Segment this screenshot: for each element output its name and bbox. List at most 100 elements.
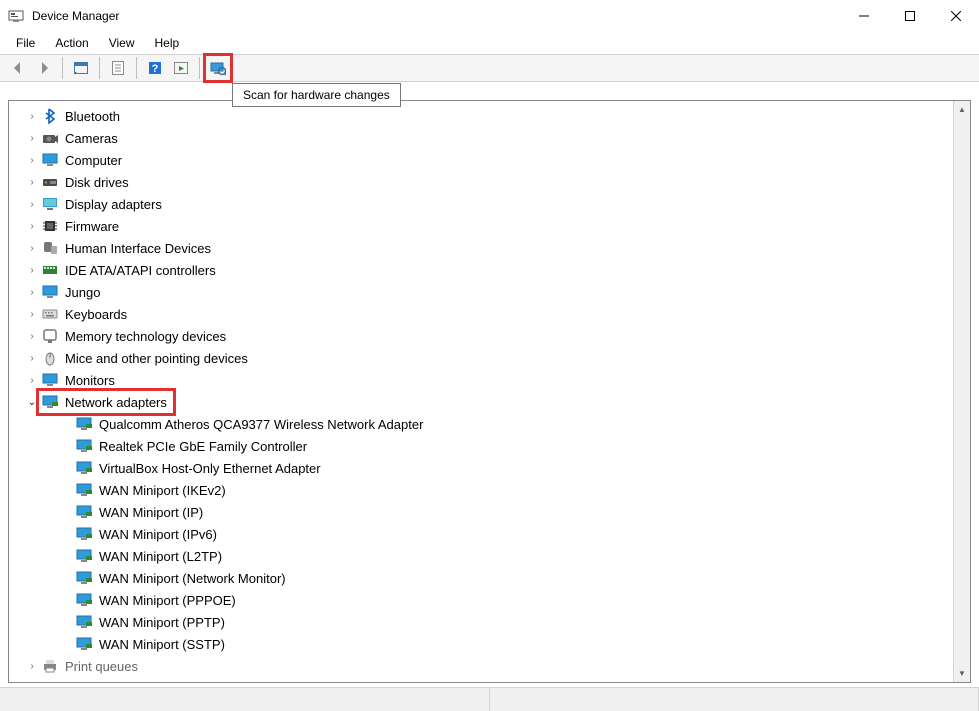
tree-scroll[interactable]: ›Bluetooth›Cameras›Computer›Disk drives›… <box>9 101 970 682</box>
menu-help[interactable]: Help <box>147 34 188 52</box>
expand-icon[interactable]: › <box>25 353 39 364</box>
tree-device[interactable]: Realtek PCIe GbE Family Controller <box>9 435 970 457</box>
keyboard-icon <box>41 306 59 322</box>
network-icon <box>75 504 93 520</box>
scroll-down-button[interactable]: ▼ <box>954 665 970 682</box>
tree-category-label[interactable]: Human Interface Devices <box>63 241 213 256</box>
tree-category[interactable]: › Display adapters <box>9 193 970 215</box>
toolbar: ? Scan for hardware changes <box>0 54 979 82</box>
tree-category-label[interactable]: Cameras <box>63 131 120 146</box>
minimize-button[interactable] <box>841 0 887 32</box>
tree-category-label[interactable]: Computer <box>63 153 124 168</box>
tree-device[interactable]: WAN Miniport (L2TP) <box>9 545 970 567</box>
tree-device-label[interactable]: WAN Miniport (IP) <box>97 505 205 520</box>
tree-device[interactable]: WAN Miniport (SSTP) <box>9 633 970 655</box>
expand-icon[interactable]: › <box>25 661 39 672</box>
menu-action[interactable]: Action <box>47 34 96 52</box>
tree-category-label[interactable]: Display adapters <box>63 197 164 212</box>
tree-category-label[interactable]: Print queues <box>63 659 140 674</box>
expand-icon[interactable]: › <box>25 199 39 210</box>
tree-device-label[interactable]: WAN Miniport (SSTP) <box>97 637 227 652</box>
expand-icon[interactable]: › <box>25 375 39 386</box>
expand-icon[interactable]: › <box>25 177 39 188</box>
tree-category[interactable]: › Keyboards <box>9 303 970 325</box>
network-icon <box>75 614 93 630</box>
tree-category[interactable]: › IDE ATA/ATAPI controllers <box>9 259 970 281</box>
tree-device[interactable]: WAN Miniport (IPv6) <box>9 523 970 545</box>
scan-hardware-button[interactable] <box>206 56 230 80</box>
tree-device-label[interactable]: WAN Miniport (IKEv2) <box>97 483 228 498</box>
network-icon <box>75 482 93 498</box>
tree-device-label[interactable]: WAN Miniport (IPv6) <box>97 527 219 542</box>
tree-device-label[interactable]: VirtualBox Host-Only Ethernet Adapter <box>97 461 323 476</box>
tree-category[interactable]: › Disk drives <box>9 171 970 193</box>
tree-category-label[interactable]: Network adapters <box>63 395 169 410</box>
monitor-icon <box>41 152 59 168</box>
tree-device[interactable]: VirtualBox Host-Only Ethernet Adapter <box>9 457 970 479</box>
tree-device-label[interactable]: WAN Miniport (L2TP) <box>97 549 224 564</box>
tree-category-label[interactable]: Mice and other pointing devices <box>63 351 250 366</box>
tree-category-label[interactable]: Keyboards <box>63 307 129 322</box>
tree-category-label[interactable]: Disk drives <box>63 175 131 190</box>
tree-device-label[interactable]: WAN Miniport (Network Monitor) <box>97 571 288 586</box>
svg-text:?: ? <box>152 63 159 75</box>
tree-category[interactable]: › Memory technology devices <box>9 325 970 347</box>
tree-category-label[interactable]: Firmware <box>63 219 121 234</box>
tree-category[interactable]: › Print queues <box>9 655 970 677</box>
tree-category[interactable]: › Cameras <box>9 127 970 149</box>
tree-category-label[interactable]: IDE ATA/ATAPI controllers <box>63 263 218 278</box>
expand-icon[interactable]: › <box>25 287 39 298</box>
tree-device-label[interactable]: WAN Miniport (PPTP) <box>97 615 227 630</box>
app-icon <box>8 8 24 24</box>
close-button[interactable] <box>933 0 979 32</box>
tree-category-label[interactable]: Bluetooth <box>63 109 122 124</box>
expand-icon[interactable]: › <box>25 265 39 276</box>
network-icon <box>75 526 93 542</box>
expand-icon[interactable]: › <box>25 221 39 232</box>
network-icon <box>75 548 93 564</box>
tree-device[interactable]: WAN Miniport (IP) <box>9 501 970 523</box>
tree-category[interactable]: › Human Interface Devices <box>9 237 970 259</box>
tree-category[interactable]: › Mice and other pointing devices <box>9 347 970 369</box>
expand-icon[interactable]: › <box>25 243 39 254</box>
tree-category[interactable]: › Firmware <box>9 215 970 237</box>
vertical-scrollbar[interactable]: ▲ ▼ <box>953 101 970 682</box>
tree-category[interactable]: › Monitors <box>9 369 970 391</box>
help-button[interactable]: ? <box>143 56 167 80</box>
tooltip: Scan for hardware changes <box>232 83 401 107</box>
tree-device[interactable]: Qualcomm Atheros QCA9377 Wireless Networ… <box>9 413 970 435</box>
expand-icon[interactable]: › <box>25 309 39 320</box>
tree-category[interactable]: › Jungo <box>9 281 970 303</box>
network-icon <box>75 636 93 652</box>
tree-device-label[interactable]: Realtek PCIe GbE Family Controller <box>97 439 309 454</box>
collapse-icon[interactable]: ⌄ <box>25 397 39 408</box>
scroll-up-button[interactable]: ▲ <box>954 101 970 118</box>
show-hide-console-button[interactable] <box>69 56 93 80</box>
tree-category[interactable]: › Bluetooth <box>9 105 970 127</box>
network-icon <box>75 416 93 432</box>
expand-icon[interactable]: › <box>25 133 39 144</box>
tree-device[interactable]: WAN Miniport (IKEv2) <box>9 479 970 501</box>
tree-category[interactable]: ⌄ Network adapters <box>9 391 970 413</box>
tree-category-label[interactable]: Jungo <box>63 285 102 300</box>
menu-view[interactable]: View <box>101 34 143 52</box>
tree-category-label[interactable]: Monitors <box>63 373 117 388</box>
toolbar-separator <box>136 57 137 79</box>
maximize-button[interactable] <box>887 0 933 32</box>
tree-category-label[interactable]: Memory technology devices <box>63 329 228 344</box>
back-button[interactable] <box>6 56 30 80</box>
expand-icon[interactable]: › <box>25 331 39 342</box>
menu-file[interactable]: File <box>8 34 43 52</box>
properties-button[interactable] <box>106 56 130 80</box>
forward-button[interactable] <box>32 56 56 80</box>
action-button[interactable] <box>169 56 193 80</box>
bluetooth-icon <box>41 108 59 124</box>
tree-device-label[interactable]: Qualcomm Atheros QCA9377 Wireless Networ… <box>97 417 425 432</box>
tree-device[interactable]: WAN Miniport (PPTP) <box>9 611 970 633</box>
expand-icon[interactable]: › <box>25 155 39 166</box>
tree-device[interactable]: WAN Miniport (PPPOE) <box>9 589 970 611</box>
tree-device[interactable]: WAN Miniport (Network Monitor) <box>9 567 970 589</box>
tree-device-label[interactable]: WAN Miniport (PPPOE) <box>97 593 238 608</box>
tree-category[interactable]: › Computer <box>9 149 970 171</box>
expand-icon[interactable]: › <box>25 111 39 122</box>
